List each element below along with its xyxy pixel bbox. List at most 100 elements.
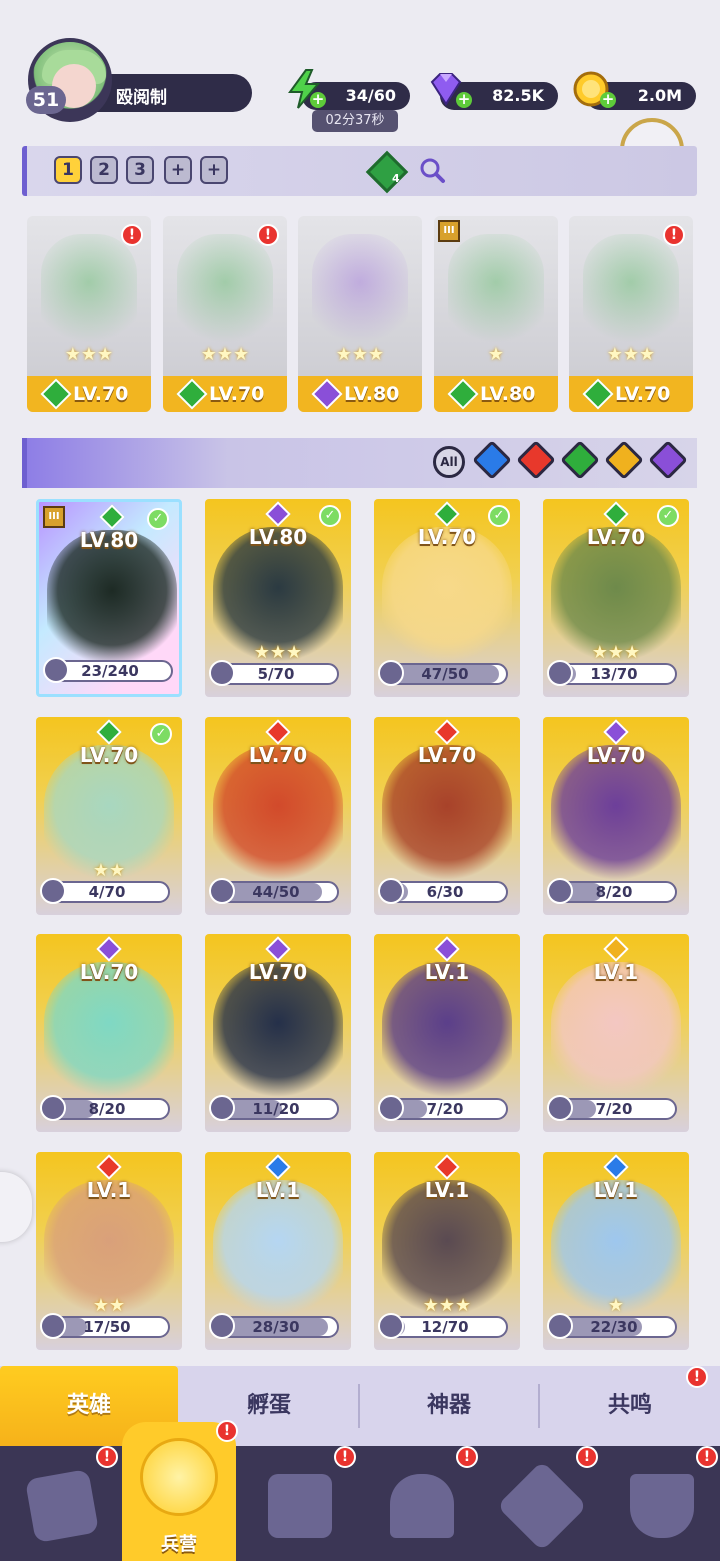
- element-icon: [96, 936, 122, 962]
- hero-card[interactable]: LV.1 7/20: [374, 934, 520, 1132]
- hero-card[interactable]: LV.70 11/20: [205, 934, 351, 1132]
- team-tab-2[interactable]: 2: [90, 156, 118, 184]
- team-hero-card[interactable]: ★★★ LV.70!: [569, 216, 693, 412]
- check-icon: ✓: [657, 505, 679, 527]
- hero-stars: ★★★: [422, 1295, 472, 1316]
- team-tab-add-1[interactable]: +: [164, 156, 192, 184]
- nav-summon[interactable]: !: [490, 1446, 598, 1561]
- hero-level: LV.1: [593, 1178, 639, 1202]
- team-tab-1[interactable]: 1: [54, 156, 82, 184]
- nav-barracks[interactable]: 兵营 !: [122, 1420, 238, 1561]
- team-hero-card[interactable]: ★★★ LV.70!: [27, 216, 151, 412]
- hero-stars: ★★★: [200, 344, 250, 365]
- energy-plus-icon[interactable]: +: [310, 92, 326, 108]
- team-tab-add-2[interactable]: +: [200, 156, 228, 184]
- hero-stars: ★: [487, 344, 505, 365]
- fragment-icon: [209, 878, 235, 904]
- hero-card[interactable]: LV.1 ★ 22/30: [543, 1152, 689, 1350]
- hero-card[interactable]: LV.1 28/30: [205, 1152, 351, 1350]
- rank-badge: III: [43, 506, 65, 528]
- nav-arena[interactable]: !: [610, 1446, 718, 1561]
- element-icon: [603, 719, 629, 745]
- map-icon: [268, 1474, 332, 1538]
- element-icon: [99, 504, 125, 530]
- floating-helper-avatar[interactable]: [0, 1172, 32, 1242]
- hero-level: LV.70: [417, 743, 477, 767]
- check-icon: ✓: [488, 505, 510, 527]
- hero-card[interactable]: LV.70 ✓ 47/50: [374, 499, 520, 697]
- hero-card[interactable]: LV.70 ✓ ★★ 4/70: [36, 717, 182, 915]
- energy-timer: 02分37秒: [312, 110, 398, 132]
- alert-icon: !: [257, 224, 279, 246]
- hero-portrait: [41, 234, 137, 354]
- hero-card[interactable]: LV.70 8/20: [543, 717, 689, 915]
- fragment-progress: 23/240: [43, 657, 173, 683]
- element-icon: [434, 1154, 460, 1180]
- shield-icon: [630, 1474, 694, 1538]
- team-hero-card[interactable]: ★★★ LV.70!: [163, 216, 287, 412]
- element-icon: [434, 501, 460, 527]
- filter-all-button[interactable]: All: [433, 446, 465, 478]
- fragment-icon: [378, 660, 404, 686]
- hero-stars: ★★★: [64, 344, 114, 365]
- hero-level: LV.70: [79, 743, 139, 767]
- fragment-progress: 44/50: [209, 878, 339, 904]
- hero-card[interactable]: LV.80 ✓ III 23/240: [36, 499, 182, 697]
- fragment-progress: 7/20: [378, 1095, 508, 1121]
- alert-icon: !: [663, 224, 685, 246]
- fragment-progress: 11/20: [209, 1095, 339, 1121]
- alert-icon: !: [121, 224, 143, 246]
- team-hero-card[interactable]: ★★★ LV.80: [298, 216, 422, 412]
- nav-guild-hall[interactable]: !: [370, 1446, 478, 1561]
- gold-plus-icon[interactable]: +: [600, 92, 616, 108]
- hero-portrait: [177, 234, 273, 354]
- fragment-progress: 6/30: [378, 878, 508, 904]
- hero-level: LV.70: [248, 743, 308, 767]
- hero-card[interactable]: LV.1 7/20: [543, 934, 689, 1132]
- fragment-progress: 47/50: [378, 660, 508, 686]
- hero-card[interactable]: LV.1 ★★ 17/50: [36, 1152, 182, 1350]
- rank-badge: III: [438, 220, 460, 242]
- element-icon: [603, 936, 629, 962]
- team-hero-card[interactable]: ★ LV.80 III: [434, 216, 558, 412]
- team-gem-count: 4: [392, 172, 400, 185]
- team-tab-3[interactable]: 3: [126, 156, 154, 184]
- hero-card[interactable]: LV.70 ✓ ★★★ 13/70: [543, 499, 689, 697]
- element-icon: [265, 719, 291, 745]
- hero-level: LV.70: [79, 960, 139, 984]
- fragment-icon: [209, 1313, 235, 1339]
- fragment-icon: [378, 1313, 404, 1339]
- nav-map[interactable]: !: [248, 1446, 356, 1561]
- hero-stars: ★★★: [606, 344, 656, 365]
- fragment-icon: [547, 1095, 573, 1121]
- building-icon: [390, 1474, 454, 1538]
- hero-card[interactable]: LV.70 44/50: [205, 717, 351, 915]
- fragment-progress: 12/70: [378, 1313, 508, 1339]
- check-icon: ✓: [147, 508, 169, 530]
- element-icon: [265, 936, 291, 962]
- hero-portrait: [312, 234, 408, 354]
- sub-tab-bar: 英雄 孵蛋 神器 共鸣 !: [0, 1366, 720, 1446]
- fragment-icon: [378, 878, 404, 904]
- nav-cards[interactable]: !: [10, 1446, 118, 1561]
- element-icon: [434, 719, 460, 745]
- hero-stars: ★★★: [253, 642, 303, 663]
- hero-level: LV.1: [424, 1178, 470, 1202]
- check-icon: ✓: [319, 505, 341, 527]
- hero-card[interactable]: LV.70 6/30: [374, 717, 520, 915]
- hero-stars: ★★: [92, 860, 126, 881]
- hero-card[interactable]: LV.70 8/20: [36, 934, 182, 1132]
- fragment-icon: [547, 878, 573, 904]
- element-icon: [96, 1154, 122, 1180]
- gem-plus-icon[interactable]: +: [456, 92, 472, 108]
- fragment-icon: [547, 1313, 573, 1339]
- hero-stars: ★★★: [591, 642, 641, 663]
- search-icon[interactable]: [418, 156, 446, 184]
- fragment-icon: [40, 1313, 66, 1339]
- hero-portrait: [448, 234, 544, 354]
- tab-artifacts[interactable]: 神器: [360, 1366, 538, 1446]
- hero-card[interactable]: LV.1 ★★★ 12/70: [374, 1152, 520, 1350]
- hero-card[interactable]: LV.80 ✓ ★★★ 5/70: [205, 499, 351, 697]
- element-icon: [265, 501, 291, 527]
- nav-alert-icon: !: [216, 1420, 238, 1442]
